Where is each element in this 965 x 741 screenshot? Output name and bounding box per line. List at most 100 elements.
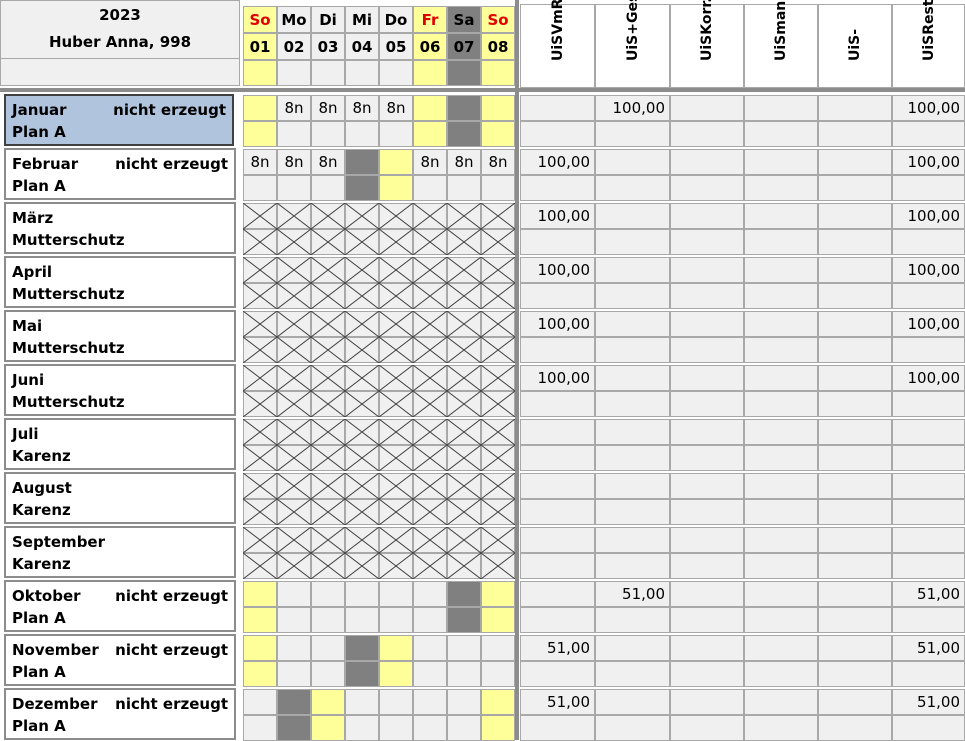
day-cell[interactable] [447,175,481,201]
day-cell[interactable] [379,661,413,687]
value-cell[interactable] [670,175,744,201]
value-cell[interactable] [520,553,595,579]
day-cell[interactable] [379,121,413,147]
day-cell[interactable] [379,715,413,741]
value-cell[interactable] [744,337,818,363]
value-cell[interactable] [892,337,965,363]
value-cell[interactable]: 100,00 [892,203,965,229]
value-cell[interactable]: 100,00 [520,365,595,391]
value-cell[interactable] [670,473,744,499]
value-cell[interactable] [595,283,670,309]
value-cell[interactable] [520,175,595,201]
day-cell[interactable] [311,689,345,715]
day-cell[interactable] [413,175,447,201]
value-cell[interactable] [670,661,744,687]
value-cell[interactable] [818,553,892,579]
value-cell[interactable] [595,203,670,229]
value-cell[interactable] [595,391,670,417]
column-header-uis-[interactable]: UiS- [818,4,892,88]
value-cell[interactable] [892,715,965,741]
value-cell[interactable] [744,419,818,445]
value-cell[interactable] [818,311,892,337]
day-cell[interactable] [413,635,447,661]
value-cell[interactable] [670,203,744,229]
value-cell[interactable] [670,445,744,471]
value-cell[interactable] [818,337,892,363]
value-cell[interactable] [892,175,965,201]
day-cell[interactable]: 8n [311,95,345,121]
value-cell[interactable] [744,527,818,553]
value-cell[interactable] [744,581,818,607]
value-cell[interactable]: 51,00 [892,689,965,715]
value-cell[interactable] [818,283,892,309]
value-cell[interactable] [818,257,892,283]
column-header-uisman[interactable]: UiSman [744,1,818,88]
value-cell[interactable] [818,445,892,471]
day-cell[interactable] [447,661,481,687]
value-cell[interactable]: 100,00 [520,257,595,283]
value-cell[interactable] [670,365,744,391]
value-cell[interactable] [892,283,965,309]
day-cell[interactable] [311,175,345,201]
day-cell[interactable] [481,635,515,661]
value-cell[interactable] [595,365,670,391]
value-cell[interactable] [520,715,595,741]
day-cell[interactable] [447,121,481,147]
day-cell[interactable]: 8n [413,149,447,175]
value-cell[interactable] [818,635,892,661]
value-cell[interactable] [520,445,595,471]
value-cell[interactable] [520,499,595,525]
day-cell[interactable] [481,581,515,607]
day-cell[interactable] [277,715,311,741]
value-cell[interactable] [744,283,818,309]
day-cell[interactable] [311,661,345,687]
day-cell[interactable] [447,581,481,607]
value-cell[interactable]: 100,00 [520,203,595,229]
value-cell[interactable] [818,203,892,229]
value-cell[interactable] [520,607,595,633]
value-cell[interactable] [595,607,670,633]
value-cell[interactable] [670,553,744,579]
month-row-11[interactable]: Dezember nicht erzeugt Plan A [4,688,236,740]
value-cell[interactable]: 100,00 [520,149,595,175]
value-cell[interactable] [520,419,595,445]
value-cell[interactable] [520,661,595,687]
value-cell[interactable] [892,419,965,445]
value-cell[interactable] [744,149,818,175]
day-cell[interactable] [277,581,311,607]
value-cell[interactable] [744,365,818,391]
value-cell[interactable] [818,473,892,499]
day-cell[interactable] [243,581,277,607]
value-cell[interactable] [818,715,892,741]
day-cell[interactable] [447,689,481,715]
value-cell[interactable] [670,581,744,607]
value-cell[interactable] [595,149,670,175]
day-cell[interactable]: 8n [311,149,345,175]
value-cell[interactable] [818,607,892,633]
day-cell[interactable] [379,607,413,633]
day-cell[interactable] [447,607,481,633]
value-cell[interactable] [595,175,670,201]
day-cell[interactable] [311,581,345,607]
day-cell[interactable] [311,607,345,633]
day-cell[interactable] [243,635,277,661]
day-cell[interactable] [277,607,311,633]
value-cell[interactable] [670,419,744,445]
value-cell[interactable] [520,229,595,255]
value-cell[interactable] [818,391,892,417]
value-cell[interactable]: 100,00 [892,311,965,337]
value-cell[interactable] [595,419,670,445]
value-cell[interactable] [818,419,892,445]
value-cell[interactable] [520,95,595,121]
value-cell[interactable] [744,661,818,687]
value-cell[interactable] [818,175,892,201]
value-cell[interactable] [744,257,818,283]
value-cell[interactable] [670,95,744,121]
day-cell[interactable] [243,661,277,687]
day-cell[interactable] [345,121,379,147]
day-cell[interactable]: 8n [481,149,515,175]
value-cell[interactable] [670,689,744,715]
day-cell[interactable] [413,689,447,715]
value-cell[interactable] [670,391,744,417]
day-cell[interactable] [345,715,379,741]
